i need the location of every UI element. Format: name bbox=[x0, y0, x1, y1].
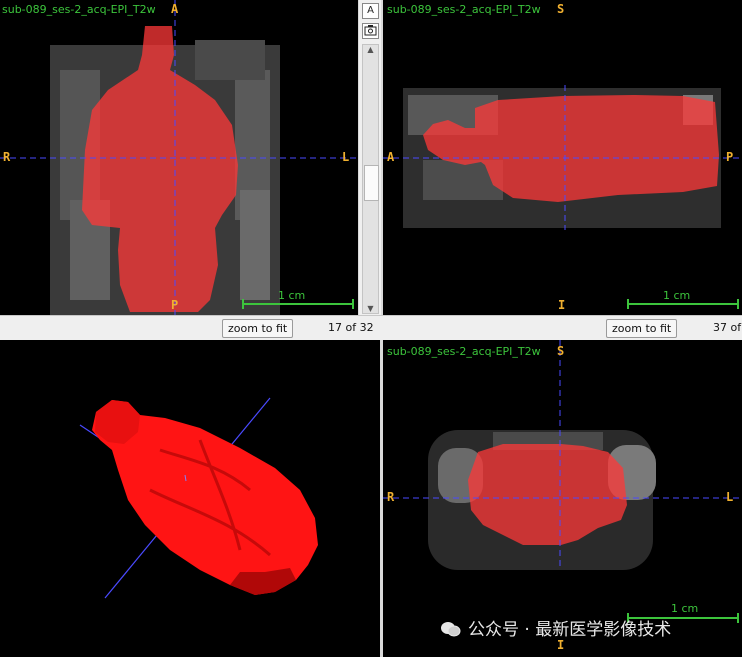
orientation-bottom: I bbox=[557, 638, 565, 652]
slice-scrollbar[interactable]: ▲ ▼ bbox=[362, 44, 379, 314]
orientation-right: L bbox=[726, 490, 734, 504]
scroll-down-icon[interactable]: ▼ bbox=[363, 304, 378, 313]
orientation-left: R bbox=[3, 150, 11, 164]
orientation-top: S bbox=[557, 344, 565, 358]
slice-indicator: 37 of bbox=[713, 321, 742, 334]
orientation-bottom: P bbox=[171, 298, 179, 312]
orientation-left: A bbox=[387, 150, 395, 164]
scale-label: 1 cm bbox=[278, 289, 306, 302]
zoom-to-fit-button[interactable]: zoom to fit bbox=[222, 319, 294, 338]
tool-strip: A ▲ ▼ bbox=[359, 0, 381, 315]
coronal-view[interactable]: sub-089_ses-2_acq-EPI_T2w A P R L 1 cm bbox=[0, 0, 358, 315]
wechat-icon bbox=[440, 620, 462, 638]
orientation-bottom: I bbox=[558, 298, 566, 312]
orientation-right: L bbox=[342, 150, 350, 164]
scale-label: 1 cm bbox=[671, 602, 699, 615]
orientation-top: S bbox=[557, 2, 565, 16]
render-3d-image bbox=[79, 397, 318, 599]
sagittal-view[interactable]: sub-089_ses-2_acq-EPI_T2w S I A P 1 cm bbox=[383, 0, 742, 315]
slice-indicator: 17 of 32 bbox=[328, 321, 374, 334]
axial-view[interactable]: sub-089_ses-2_acq-EPI_T2w S I R L 1 cm bbox=[383, 340, 742, 657]
coronal-footer: zoom to fit 17 of 32 bbox=[0, 315, 383, 340]
render-3d-view[interactable] bbox=[0, 340, 380, 657]
coronal-image bbox=[0, 0, 358, 315]
orientation-right: P bbox=[726, 150, 734, 164]
camera-icon[interactable] bbox=[362, 23, 379, 39]
view-title: sub-089_ses-2_acq-EPI_T2w bbox=[387, 345, 541, 358]
sagittal-footer: zoom to fit 37 of bbox=[383, 315, 742, 340]
view-title: sub-089_ses-2_acq-EPI_T2w bbox=[387, 3, 541, 16]
sagittal-image bbox=[383, 85, 742, 309]
watermark: 公众号 · 最新医学影像技术 bbox=[440, 615, 671, 640]
zoom-to-fit-button[interactable]: zoom to fit bbox=[606, 319, 678, 338]
view-title: sub-089_ses-2_acq-EPI_T2w bbox=[2, 3, 156, 16]
text-toggle-button[interactable]: A bbox=[362, 3, 379, 19]
watermark-text: 公众号 · 最新医学影像技术 bbox=[468, 620, 672, 640]
orientation-top: A bbox=[171, 2, 179, 16]
scroll-up-icon[interactable]: ▲ bbox=[363, 45, 378, 54]
orientation-left: R bbox=[387, 490, 395, 504]
scroll-thumb[interactable] bbox=[364, 165, 379, 201]
scale-label: 1 cm bbox=[663, 289, 691, 302]
